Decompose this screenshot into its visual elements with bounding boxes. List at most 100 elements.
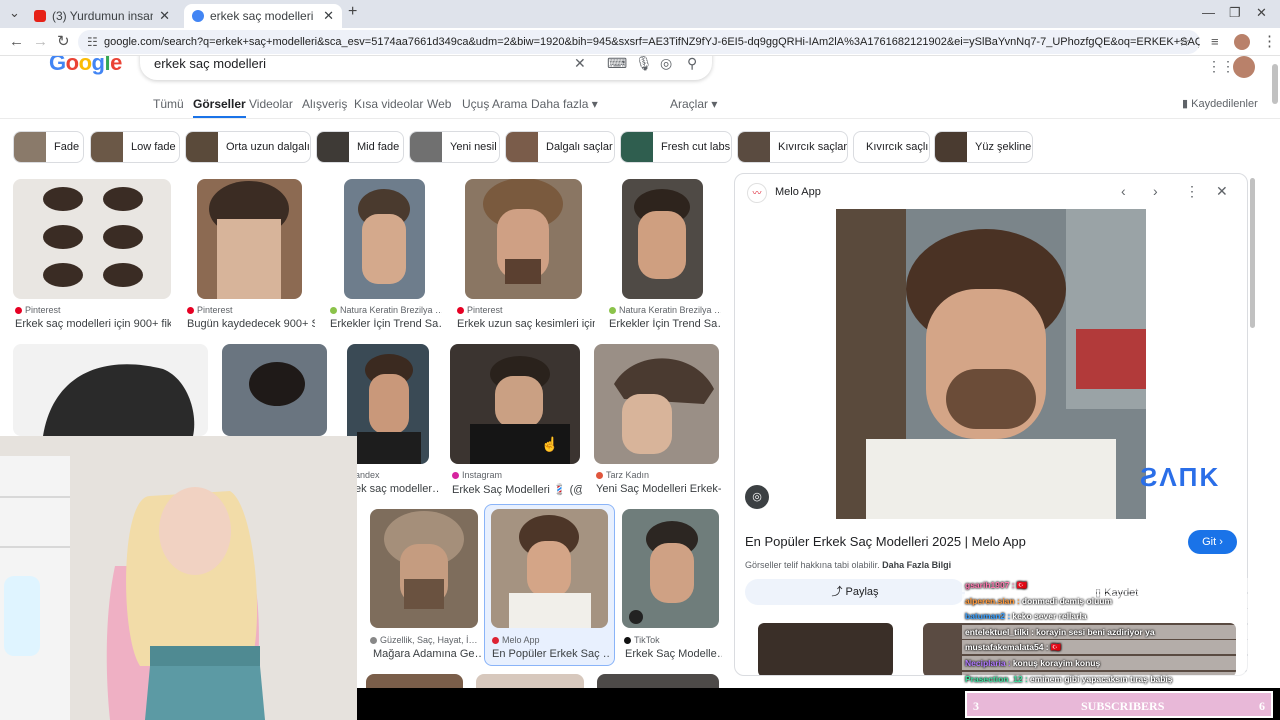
result-caption[interactable]: Erkek Saç Modelle… <box>625 648 722 660</box>
microphone-icon[interactable]: 🎙 <box>635 56 653 72</box>
reload-icon[interactable]: ↻ <box>57 34 70 49</box>
apps-grid-icon[interactable]: ⋮⋮ <box>1207 58 1235 75</box>
image-result[interactable]: Güzellik, Saç, Hayat, İ… Mağara Adamına … <box>370 509 481 664</box>
image-result[interactable]: Natura Keratin Brezilya … Erkekler İçin … <box>609 179 721 330</box>
chip-kivircik-saclar[interactable]: Kıvırcık saçlar <box>737 131 848 163</box>
close-tab-icon[interactable]: ✕ <box>323 8 334 24</box>
chip-fresh-cut-labs[interactable]: Fresh cut labs <box>620 131 732 163</box>
previous-icon[interactable]: ‹ <box>1121 183 1126 199</box>
profile-avatar[interactable] <box>1234 34 1250 50</box>
result-thumbnail-partial[interactable] <box>366 674 463 688</box>
result-thumbnail[interactable] <box>347 344 429 464</box>
result-thumbnail[interactable] <box>344 179 425 299</box>
close-window-icon[interactable]: ✕ <box>1256 5 1267 21</box>
tab-youtube[interactable]: (3) Yurdumun insanı! (Özcan Ö… ✕ <box>26 4 178 28</box>
url-field[interactable]: ☷ google.com/search?q=erkek+saç+modeller… <box>78 30 1200 54</box>
chip-yeni-nesil[interactable]: Yeni nesil <box>409 131 500 163</box>
more-info-link[interactable]: Daha Fazla Bilgi <box>882 560 951 570</box>
result-caption[interactable]: Erkekler İçin Trend Sa… <box>330 318 442 330</box>
account-avatar[interactable] <box>1233 56 1255 78</box>
tab-shopping[interactable]: Alışveriş <box>302 97 347 111</box>
tab-web[interactable]: Web <box>427 97 451 111</box>
related-image[interactable] <box>758 623 893 675</box>
result-thumbnail-partial[interactable] <box>597 674 719 688</box>
more-options-icon[interactable]: ⋮ <box>1185 183 1199 200</box>
result-caption[interactable]: Erkekler İçin Trend Sa… <box>609 318 721 330</box>
tab-videos[interactable]: Videolar <box>249 97 293 111</box>
result-thumbnail[interactable] <box>622 509 719 628</box>
result-thumbnail[interactable] <box>370 509 478 628</box>
result-thumbnail-partial[interactable] <box>476 674 584 688</box>
result-thumbnail[interactable] <box>222 344 327 436</box>
chip-mid-fade[interactable]: Mid fade <box>316 131 404 163</box>
tab-google-images[interactable]: erkek saç modelleri - Google'da… ✕ <box>184 4 342 28</box>
tools-button[interactable]: Araçlar ▾ <box>670 97 717 111</box>
tab-all[interactable]: Tümü <box>153 97 184 111</box>
search-icon[interactable]: ⚲ <box>687 56 697 72</box>
close-tab-icon[interactable]: ✕ <box>159 8 170 24</box>
tab-manager-icon[interactable]: ≡ <box>1211 34 1219 49</box>
clear-icon[interactable]: ✕ <box>574 56 586 72</box>
preview-title[interactable]: En Popüler Erkek Saç Modelleri 2025 | Me… <box>745 534 1026 549</box>
image-result[interactable]: Pinterest Erkek saç modelleri için 900+ … <box>13 179 173 330</box>
result-thumbnail[interactable] <box>197 179 302 299</box>
image-result[interactable]: TikTok Erkek Saç Modelle… <box>622 509 722 664</box>
new-tab-button[interactable]: + <box>348 3 357 21</box>
result-thumbnail[interactable] <box>491 509 608 628</box>
page-scrollbar[interactable] <box>1272 64 1278 104</box>
chip-fade[interactable]: Fade <box>13 131 84 163</box>
back-icon[interactable]: ← <box>9 34 24 49</box>
next-icon[interactable]: › <box>1153 183 1158 199</box>
tab-more[interactable]: Daha fazla ▾ <box>531 97 598 111</box>
restore-icon[interactable]: ❐ <box>1229 5 1241 21</box>
visual-search-icon[interactable]: ◎ <box>745 485 769 509</box>
bookmark-star-icon[interactable]: ☆ <box>1178 30 1190 54</box>
keyboard-icon[interactable]: ⌨ <box>607 56 627 72</box>
result-thumbnail[interactable] <box>13 179 171 299</box>
result-thumbnail[interactable] <box>465 179 582 299</box>
result-caption[interactable]: Erkek Saç Modelleri 💈 (@… <box>452 483 582 496</box>
chip-low-fade[interactable]: Low fade <box>90 131 180 163</box>
panel-scrollbar[interactable] <box>1250 178 1255 328</box>
tab-short-videos[interactable]: Kısa videolar <box>354 97 423 111</box>
chip-orta-uzun-dalgali[interactable]: Orta uzun dalgalı <box>185 131 311 163</box>
result-caption[interactable]: Mağara Adamına Ge… <box>373 648 481 660</box>
result-thumbnail[interactable] <box>13 344 208 436</box>
result-caption[interactable]: En Popüler Erkek Saç … <box>492 648 610 660</box>
minimize-icon[interactable]: — <box>1202 5 1215 20</box>
lens-icon[interactable]: ◎ <box>660 56 672 72</box>
result-thumbnail[interactable] <box>450 344 580 464</box>
share-button[interactable]: ⤴ Paylaş <box>745 579 965 605</box>
google-logo[interactable]: Google <box>49 56 122 76</box>
chip-yuz-sekline[interactable]: Yüz şekline <box>934 131 1033 163</box>
preview-site-name[interactable]: Melo App <box>775 186 821 198</box>
image-result[interactable]: Pinterest Erkek uzun saç kesimleri için… <box>455 179 595 330</box>
result-thumbnail[interactable] <box>622 179 703 299</box>
result-caption[interactable]: Erkek saç modelleri için 900+ fiki… <box>15 318 171 330</box>
saved-link[interactable]: ▮ Kaydedilenler <box>1182 97 1258 110</box>
tab-images[interactable]: Görseller <box>193 97 246 119</box>
search-box[interactable]: erkek saç modelleri ✕ ⌨ 🎙 ◎ ⚲ <box>140 56 712 80</box>
chip-dalgali-saclar[interactable]: Dalgalı saçlar <box>505 131 615 163</box>
preview-image[interactable] <box>836 209 1146 519</box>
result-caption[interactable]: Bugün kaydedecek 900+ S… <box>187 318 315 330</box>
tab-search-chevron-icon[interactable]: ⌄ <box>9 5 20 21</box>
close-preview-icon[interactable]: ✕ <box>1216 183 1228 200</box>
visit-button[interactable]: Git › <box>1188 530 1237 554</box>
result-caption[interactable]: Yeni Saç Modelleri Erkek-… <box>596 483 721 495</box>
tab-flights[interactable]: Uçuş Arama <box>462 97 527 111</box>
image-result[interactable]: Tarz Kadın Yeni Saç Modelleri Erkek-… <box>594 344 724 495</box>
result-caption[interactable]: ek saç modeller… <box>355 483 440 495</box>
image-result[interactable]: Natura Keratin Brezilya … Erkekler İçin … <box>330 179 442 330</box>
result-thumbnail[interactable] <box>594 344 719 464</box>
image-result-selected[interactable]: Melo App En Popüler Erkek Saç … <box>484 504 616 667</box>
forward-icon[interactable]: → <box>33 34 48 49</box>
image-result[interactable]: andex ek saç modeller… <box>347 344 442 495</box>
image-result[interactable]: Pinterest Bugün kaydedecek 900+ S… <box>187 179 317 330</box>
browser-menu-icon[interactable]: ⋮ <box>1262 34 1277 49</box>
chip-kivircik-sacli[interactable]: Kıvırcık saçlı <box>853 131 930 163</box>
image-result[interactable]: Instagram Erkek Saç Modelleri 💈 (@… <box>450 344 590 496</box>
result-caption[interactable]: Erkek uzun saç kesimleri için… <box>457 318 595 330</box>
search-query[interactable]: erkek saç modelleri <box>154 56 266 71</box>
site-info-icon[interactable]: ☷ <box>87 30 98 54</box>
